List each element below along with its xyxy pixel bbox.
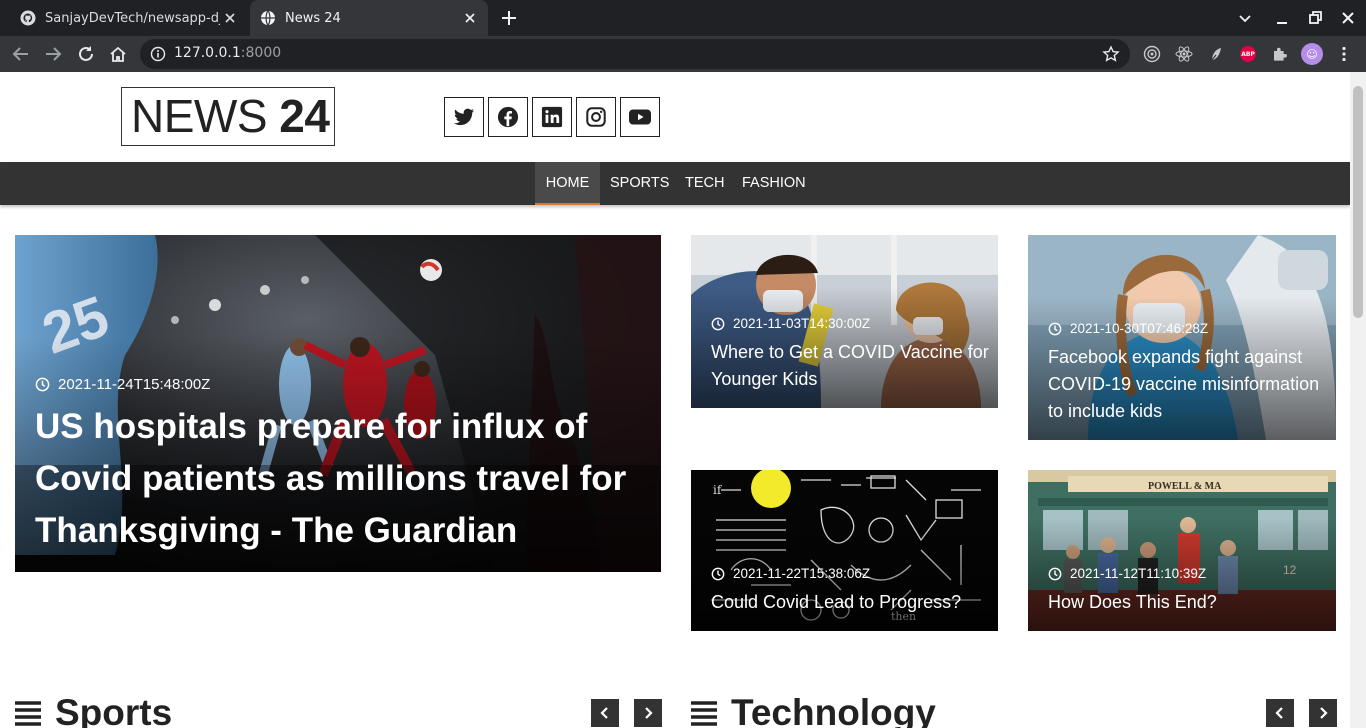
logo-text: NEWS [131, 90, 280, 142]
nav-tech[interactable]: TECH [675, 162, 734, 205]
article-title[interactable]: How Does This End? [1048, 589, 1330, 616]
article-meta: 2021-10-30T07:46:28Z [1048, 321, 1208, 336]
sports-next-button[interactable] [634, 699, 662, 727]
profile-avatar[interactable]: ☺ [1301, 43, 1323, 65]
featured-article-title[interactable]: US hospitals prepare for influx of Covid… [35, 401, 645, 557]
instagram-link[interactable] [576, 97, 616, 137]
section-title: Sports [55, 692, 173, 728]
chevron-left-icon [600, 707, 608, 719]
chevron-right-icon [1320, 707, 1328, 719]
article-card[interactable]: if then 2021-11-22T15:38:06Z Could Covid… [691, 470, 998, 631]
site-logo[interactable]: NEWS 24 [121, 87, 335, 146]
new-tab-plus-icon[interactable] [499, 8, 519, 28]
article-title[interactable]: Where to Get a COVID Vaccine for Younger… [711, 339, 991, 393]
chevron-right-icon [645, 707, 653, 719]
tab-search-chevron-icon[interactable] [1236, 9, 1254, 27]
browser-toolbar: 127.0.0.1:8000 ABP ☺ [0, 36, 1366, 72]
featured-article-meta: 2021-11-24T15:48:00Z [35, 376, 210, 393]
close-tab-icon[interactable] [462, 10, 478, 26]
article-date: 2021-10-30T07:46:28Z [1070, 321, 1209, 336]
reload-icon[interactable] [75, 43, 97, 65]
restore-icon[interactable] [1306, 9, 1324, 27]
clock-icon [1048, 567, 1062, 580]
url-host: 127.0.0.1 [174, 45, 241, 61]
nav-fashion[interactable]: FASHION [732, 162, 816, 205]
tab-title: News 24 [285, 10, 341, 26]
bookmark-star-icon[interactable] [1102, 45, 1120, 63]
list-lines-icon [15, 701, 41, 726]
article-meta: 2021-11-03T14:30:00Z [711, 316, 870, 331]
clock-icon [711, 317, 725, 330]
minimize-icon[interactable] [1273, 9, 1291, 27]
facebook-icon [497, 106, 519, 128]
browser-tab-github[interactable]: SanjayDevTech/newsapp-djan [8, 0, 248, 36]
react-devtools-icon[interactable] [1173, 43, 1195, 65]
section-title: Technology [731, 692, 936, 728]
extension-target-icon[interactable] [1141, 43, 1163, 65]
article-meta: 2021-11-12T11:10:39Z [1048, 566, 1206, 581]
main-navbar: HOME SPORTS TECH FASHION [0, 162, 1350, 205]
linkedin-link[interactable] [532, 97, 572, 137]
browser-tab-strip: SanjayDevTech/newsapp-djan News 24 [0, 0, 1366, 36]
article-date: 2021-11-03T14:30:00Z [733, 316, 871, 331]
url-port: :8000 [240, 45, 282, 61]
nav-home[interactable]: HOME [535, 162, 600, 205]
article-card[interactable]: 2021-10-30T07:46:28Z Facebook expands fi… [1028, 235, 1336, 440]
page-viewport: NEWS 24 HOME SPORTS TECH FASHION 25 2021… [0, 72, 1350, 728]
twitter-icon [453, 108, 475, 126]
close-tab-icon[interactable] [222, 10, 238, 26]
article-title[interactable]: Facebook expands fight against COVID-19 … [1048, 344, 1330, 425]
clock-icon [35, 377, 50, 392]
technology-next-button[interactable] [1309, 699, 1337, 727]
twitter-link[interactable] [444, 97, 484, 137]
technology-section-header: Technology [691, 692, 936, 728]
address-bar[interactable]: 127.0.0.1:8000 [140, 39, 1130, 69]
back-arrow-icon[interactable] [10, 43, 32, 65]
technology-prev-button[interactable] [1266, 699, 1294, 727]
close-window-icon[interactable] [1339, 9, 1357, 27]
sports-prev-button[interactable] [591, 699, 619, 727]
article-card[interactable]: 2021-11-03T14:30:00Z Where to Get a COVI… [691, 235, 998, 408]
url-text: 127.0.0.1:8000 [174, 45, 281, 61]
youtube-icon [629, 109, 651, 125]
github-icon [20, 10, 36, 26]
featured-article-card[interactable]: 25 2021-11-24T15:48:00Z US hospitals pre… [15, 235, 661, 572]
site-info-icon[interactable] [150, 46, 166, 62]
clock-icon [711, 567, 725, 580]
linkedin-icon [541, 106, 563, 128]
article-title[interactable]: Could Covid Lead to Progress? [711, 589, 991, 616]
extensions-puzzle-icon[interactable] [1269, 43, 1291, 65]
chevron-left-icon [1275, 707, 1283, 719]
svg-text:POWELL & MA: POWELL & MA [1148, 481, 1222, 492]
scrollbar-thumb[interactable] [1353, 86, 1363, 318]
article-meta: 2021-11-22T15:38:06Z [711, 566, 870, 581]
logo-number: 24 [279, 90, 330, 142]
tab-title: SanjayDevTech/newsapp-djan [45, 10, 220, 26]
kebab-menu-icon[interactable] [1333, 43, 1355, 65]
article-date: 2021-11-12T11:10:39Z [1070, 566, 1207, 581]
home-icon[interactable] [107, 43, 129, 65]
youtube-link[interactable] [620, 97, 660, 137]
adblock-plus-icon[interactable]: ABP [1237, 43, 1259, 65]
forward-arrow-icon[interactable] [42, 43, 64, 65]
list-lines-icon [691, 701, 717, 726]
nav-sports[interactable]: SPORTS [600, 162, 679, 205]
clock-icon [1048, 322, 1062, 335]
instagram-icon [586, 107, 606, 127]
browser-tab-news24[interactable]: News 24 [250, 0, 488, 36]
sports-section-header: Sports [15, 692, 172, 728]
extension-leaf-icon[interactable] [1205, 43, 1227, 65]
article-card[interactable]: POWELL & MA 12 2021-11-12T11:10:39Z How … [1028, 470, 1336, 631]
globe-icon [261, 10, 275, 26]
facebook-link[interactable] [488, 97, 528, 137]
article-date: 2021-11-22T15:38:06Z [733, 566, 871, 581]
featured-article-date: 2021-11-24T15:48:00Z [58, 376, 211, 393]
